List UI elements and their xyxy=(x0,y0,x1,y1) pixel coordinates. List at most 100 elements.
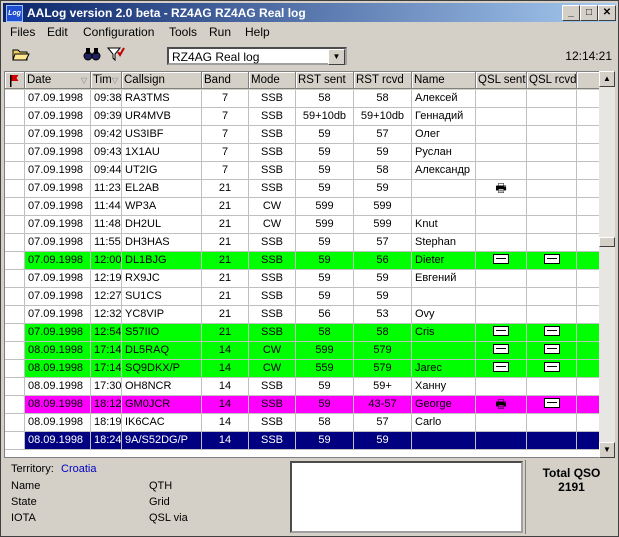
vertical-scrollbar[interactable]: ▲ ▼ xyxy=(599,71,615,458)
cell-mode[interactable]: SSB xyxy=(249,324,296,342)
cell-band[interactable]: 7 xyxy=(202,126,249,144)
menu-tools[interactable]: Tools xyxy=(169,25,197,39)
cell-name[interactable]: Ханну xyxy=(412,378,476,396)
cell-qsl-sent[interactable] xyxy=(476,378,527,396)
cell-rst-sent[interactable]: 58 xyxy=(296,90,354,108)
table-row[interactable]: 07.09.1998 12:19 RX9JC 21 SSB 59 59 Евгений xyxy=(5,270,600,288)
cell-name[interactable]: Ovy xyxy=(412,306,476,324)
row-indicator[interactable] xyxy=(5,396,25,414)
cell-mode[interactable]: SSB xyxy=(249,180,296,198)
cell-band[interactable]: 14 xyxy=(202,360,249,378)
cell-date[interactable]: 07.09.1998 xyxy=(25,144,91,162)
cell-qsl-rcvd[interactable] xyxy=(527,252,577,270)
minimize-button[interactable]: _ xyxy=(562,5,580,21)
cell-date[interactable]: 07.09.1998 xyxy=(25,90,91,108)
cell-qsl-rcvd[interactable] xyxy=(527,180,577,198)
header-rst-rcvd[interactable]: RST rcvd xyxy=(354,72,412,89)
cell-qsl-rcvd[interactable] xyxy=(527,360,577,378)
cell-callsign[interactable]: 1X1AU xyxy=(122,144,202,162)
cell-date[interactable]: 08.09.1998 xyxy=(25,378,91,396)
cell-callsign[interactable]: DL1BJG xyxy=(122,252,202,270)
cell-rst-sent[interactable]: 559 xyxy=(296,360,354,378)
cell-rst-rcvd[interactable]: 59+10db xyxy=(354,108,412,126)
cell-rst-rcvd[interactable]: 579 xyxy=(354,342,412,360)
cell-qsl-rcvd[interactable] xyxy=(527,90,577,108)
open-folder-icon[interactable] xyxy=(10,46,32,66)
filter-icon[interactable] xyxy=(105,46,127,66)
cell-time[interactable]: 17:14 xyxy=(91,342,122,360)
cell-rst-sent[interactable]: 599 xyxy=(296,216,354,234)
cell-qsl-rcvd[interactable] xyxy=(527,162,577,180)
cell-name[interactable]: Cris xyxy=(412,324,476,342)
cell-qsl-sent[interactable] xyxy=(476,270,527,288)
cell-name[interactable]: Stephan xyxy=(412,234,476,252)
table-row[interactable]: 08.09.1998 18:19 IK6CAC 14 SSB 58 57 Carlo xyxy=(5,414,600,432)
cell-mode[interactable]: SSB xyxy=(249,126,296,144)
cell-rst-sent[interactable]: 59 xyxy=(296,144,354,162)
cell-rst-rcvd[interactable]: 53 xyxy=(354,306,412,324)
cell-name[interactable]: Руслан xyxy=(412,144,476,162)
cell-rst-rcvd[interactable]: 59 xyxy=(354,270,412,288)
cell-name[interactable]: Геннадий xyxy=(412,108,476,126)
cell-qsl-sent[interactable] xyxy=(476,198,527,216)
row-indicator[interactable] xyxy=(5,234,25,252)
cell-qsl-rcvd[interactable] xyxy=(527,378,577,396)
cell-name[interactable]: George xyxy=(412,396,476,414)
cell-qsl-sent[interactable] xyxy=(476,306,527,324)
row-indicator[interactable] xyxy=(5,342,25,360)
cell-time[interactable]: 12:00 xyxy=(91,252,122,270)
cell-qsl-rcvd[interactable] xyxy=(527,234,577,252)
cell-mode[interactable]: CW xyxy=(249,360,296,378)
cell-name[interactable] xyxy=(412,198,476,216)
row-indicator[interactable] xyxy=(5,180,25,198)
cell-time[interactable]: 11:48 xyxy=(91,216,122,234)
qso-grid[interactable]: Date ▽ Tim ▽ Callsign Band Mode RST sent R… xyxy=(4,71,601,458)
cell-rst-sent[interactable]: 59 xyxy=(296,162,354,180)
cell-rst-rcvd[interactable]: 599 xyxy=(354,198,412,216)
cell-date[interactable]: 08.09.1998 xyxy=(25,360,91,378)
cell-name[interactable] xyxy=(412,288,476,306)
cell-band[interactable]: 14 xyxy=(202,414,249,432)
cell-band[interactable]: 21 xyxy=(202,198,249,216)
cell-rst-rcvd[interactable]: 58 xyxy=(354,90,412,108)
chevron-down-icon[interactable]: ▼ xyxy=(328,49,345,65)
cell-band[interactable]: 7 xyxy=(202,162,249,180)
cell-rst-sent[interactable]: 59 xyxy=(296,432,354,450)
cell-date[interactable]: 07.09.1998 xyxy=(25,270,91,288)
cell-mode[interactable]: SSB xyxy=(249,270,296,288)
cell-date[interactable]: 07.09.1998 xyxy=(25,198,91,216)
cell-band[interactable]: 21 xyxy=(202,324,249,342)
log-select[interactable]: RZ4AG Real log ▼ xyxy=(167,47,347,65)
header-qsl-rcvd[interactable]: QSL rcvd xyxy=(527,72,577,89)
row-indicator[interactable] xyxy=(5,126,25,144)
cell-date[interactable]: 07.09.1998 xyxy=(25,234,91,252)
row-indicator[interactable] xyxy=(5,360,25,378)
cell-qsl-sent[interactable] xyxy=(476,432,527,450)
menu-help[interactable]: Help xyxy=(245,25,270,39)
table-row[interactable]: 07.09.1998 09:39 UR4MVB 7 SSB 59+10db 59+10db Г… xyxy=(5,108,600,126)
cell-callsign[interactable]: 9A/S52DG/P xyxy=(122,432,202,450)
table-row[interactable]: 07.09.1998 09:44 UT2IG 7 SSB 59 58 Александр xyxy=(5,162,600,180)
table-row[interactable]: 07.09.1998 12:27 SU1CS 21 SSB 59 59 xyxy=(5,288,600,306)
cell-band[interactable]: 21 xyxy=(202,234,249,252)
table-row[interactable]: 07.09.1998 11:55 DH3HAS 21 SSB 59 57 Stephan xyxy=(5,234,600,252)
row-indicator[interactable] xyxy=(5,378,25,396)
cell-name[interactable]: Олег xyxy=(412,126,476,144)
cell-band[interactable]: 14 xyxy=(202,432,249,450)
cell-date[interactable]: 08.09.1998 xyxy=(25,432,91,450)
row-indicator[interactable] xyxy=(5,324,25,342)
cell-callsign[interactable]: DH2UL xyxy=(122,216,202,234)
cell-mode[interactable]: SSB xyxy=(249,306,296,324)
cell-time[interactable]: 18:19 xyxy=(91,414,122,432)
cell-rst-rcvd[interactable]: 56 xyxy=(354,252,412,270)
row-indicator[interactable] xyxy=(5,252,25,270)
cell-band[interactable]: 14 xyxy=(202,378,249,396)
cell-qsl-rcvd[interactable] xyxy=(527,342,577,360)
cell-time[interactable]: 09:43 xyxy=(91,144,122,162)
cell-callsign[interactable]: RA3TMS xyxy=(122,90,202,108)
cell-qsl-rcvd[interactable] xyxy=(527,306,577,324)
header-rst-sent[interactable]: RST sent xyxy=(296,72,354,89)
cell-mode[interactable]: SSB xyxy=(249,144,296,162)
menu-configuration[interactable]: Configuration xyxy=(83,25,154,39)
cell-band[interactable]: 7 xyxy=(202,108,249,126)
